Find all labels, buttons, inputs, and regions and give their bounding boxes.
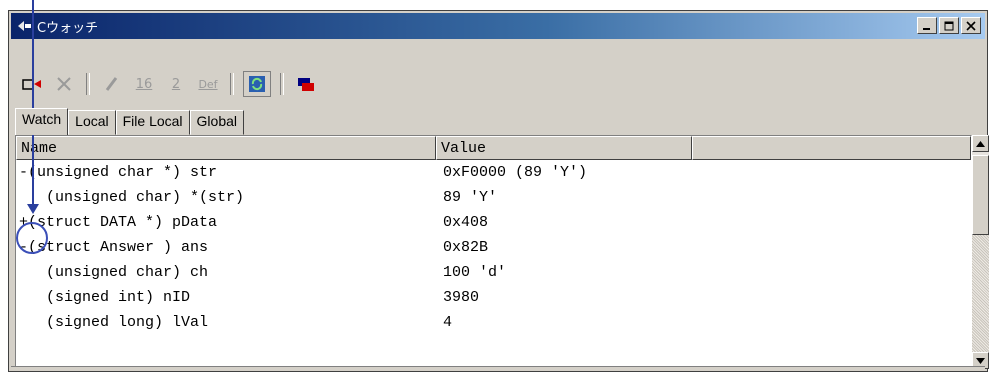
toolbar-separator xyxy=(230,73,234,95)
row-value: 0xF0000 (89 'Y') xyxy=(443,164,588,181)
table-row[interactable]: (signed long) lVal 4 xyxy=(16,310,587,335)
arrow-down-icon xyxy=(976,357,985,364)
delete-x-icon xyxy=(57,77,71,91)
row-value: 4 xyxy=(443,314,453,331)
toolbar: 16 2 Def xyxy=(11,69,985,99)
binary-button[interactable]: 2 xyxy=(163,72,189,96)
record-button[interactable] xyxy=(293,72,319,96)
pencil-icon xyxy=(105,77,118,91)
watch-window-icon xyxy=(18,21,31,31)
hex-label: 16 xyxy=(135,76,153,92)
table-row[interactable]: (unsigned char) ch 100 'd' xyxy=(16,260,587,285)
delete-button[interactable] xyxy=(51,72,77,96)
close-icon xyxy=(966,20,976,31)
maximize-button[interactable] xyxy=(939,17,959,34)
arrow-up-icon xyxy=(976,140,985,147)
toolbar-separator xyxy=(280,73,284,95)
default-label: Def xyxy=(198,77,218,91)
minimize-button[interactable] xyxy=(917,17,937,34)
row-value: 89 'Y' xyxy=(443,189,498,206)
window-title: Cウォッチ xyxy=(37,20,99,36)
c-watch-window: Cウォッチ 16 2 Def Watch Local File Local Gl… xyxy=(8,10,989,372)
scroll-track[interactable] xyxy=(972,235,989,352)
row-value: 3980 xyxy=(443,289,480,306)
watch-grid: Name Value -(unsigned char *) str 0xF000… xyxy=(15,135,972,370)
row-name: (unsigned char) ch xyxy=(19,264,209,281)
toolbar-separator xyxy=(86,73,90,95)
row-value: 0x82B xyxy=(443,239,489,256)
tab-strip: Watch Local File Local Global xyxy=(15,108,245,135)
refresh-icon xyxy=(249,76,265,92)
row-name: (unsigned char) *(str) xyxy=(19,189,245,206)
scroll-up-button[interactable] xyxy=(972,135,989,152)
table-row[interactable]: (signed int) nID 3980 xyxy=(16,285,587,310)
row-name: (signed int) nID xyxy=(19,289,191,306)
row-name: -(struct Answer ) ans xyxy=(19,239,209,256)
vertical-scrollbar[interactable] xyxy=(972,135,989,369)
row-name: (signed long) lVal xyxy=(19,314,209,331)
row-name: +(struct DATA *) pData xyxy=(19,214,218,231)
callout-circle xyxy=(16,222,48,254)
tab-file-local[interactable]: File Local xyxy=(115,110,190,135)
maximize-icon xyxy=(944,21,954,30)
row-value: 0x408 xyxy=(443,214,489,231)
close-button[interactable] xyxy=(961,17,981,34)
default-button[interactable]: Def xyxy=(195,72,221,96)
window-bottom-edge xyxy=(11,366,985,371)
tab-local[interactable]: Local xyxy=(68,110,116,135)
edit-button[interactable] xyxy=(99,72,125,96)
tab-global[interactable]: Global xyxy=(189,110,245,135)
table-row[interactable]: -(unsigned char *) str 0xF0000 (89 'Y') xyxy=(16,160,587,185)
record-icon xyxy=(298,78,314,91)
table-row[interactable]: (unsigned char) *(str) 89 'Y' xyxy=(16,185,587,210)
row-value: 100 'd' xyxy=(443,264,507,281)
tab-watch[interactable]: Watch xyxy=(15,108,69,135)
table-row[interactable]: -(struct Answer ) ans 0x82B xyxy=(16,235,587,260)
binary-label: 2 xyxy=(171,76,181,92)
grid-rows: -(unsigned char *) str 0xF0000 (89 'Y') … xyxy=(16,160,587,335)
grid-header: Name Value xyxy=(16,136,971,160)
minimize-icon xyxy=(923,27,930,30)
table-row[interactable]: +(struct DATA *) pData 0x408 xyxy=(16,210,587,235)
name-column-header[interactable]: Name xyxy=(16,136,436,160)
value-column-header[interactable]: Value xyxy=(436,136,692,160)
scroll-thumb[interactable] xyxy=(972,155,989,235)
refresh-button[interactable] xyxy=(243,71,271,97)
row-name: -(unsigned char *) str xyxy=(19,164,218,181)
empty-column-header xyxy=(692,136,971,160)
callout-arrow-icon xyxy=(27,204,39,214)
hex-button[interactable]: 16 xyxy=(131,72,157,96)
title-bar[interactable]: Cウォッチ xyxy=(11,13,985,39)
callout-line xyxy=(32,0,34,208)
